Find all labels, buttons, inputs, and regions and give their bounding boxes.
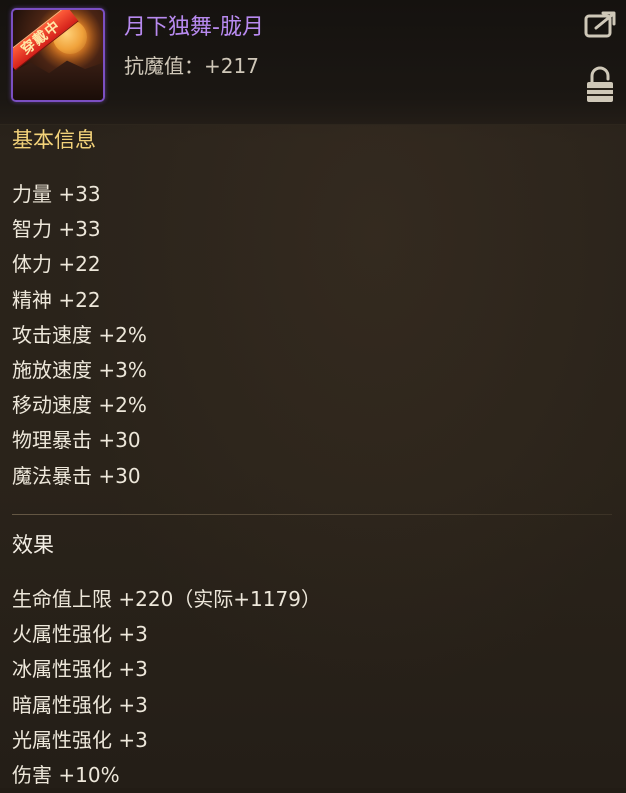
item-magic-resistance: 抗魔值：+217	[124, 54, 259, 78]
attribute-intelligence: 智力 +33	[12, 217, 101, 242]
item-tooltip-panel: 穿戴中 月下独舞-胧月 抗魔值：+217 基本信息 力量 +33 智力 +33 …	[0, 0, 626, 788]
attribute-strength: 力量 +33	[12, 182, 101, 206]
effect-light-enhance: 光属性强化 +3	[12, 727, 148, 752]
attribute-vitality: 体力 +22	[12, 252, 101, 277]
section-divider	[12, 514, 612, 515]
attribute-move-speed: 移动速度 +2%	[12, 393, 147, 418]
effect-dark-enhance: 暗属性强化 +3	[12, 692, 148, 717]
attribute-attack-speed: 攻击速度 +2%	[12, 322, 147, 347]
share-icon[interactable]	[584, 10, 618, 40]
item-header: 穿戴中 月下独舞-胧月 抗魔值：+217	[0, 0, 626, 125]
effect-fire-enhance: 火属性强化 +3	[12, 622, 148, 647]
attribute-spirit: 精神 +22	[12, 287, 101, 312]
hills-decoration	[13, 60, 103, 100]
attribute-cast-speed: 施放速度 +3%	[12, 357, 147, 382]
attribute-magic-crit: 魔法暴击 +30	[12, 463, 141, 488]
attribute-physical-crit: 物理暴击 +30	[12, 428, 141, 453]
effect-ice-enhance: 冰属性强化 +3	[12, 657, 148, 682]
basic-attribute-list: 力量 +33 智力 +33 体力 +22 精神 +22 攻击速度 +2% 施放速…	[12, 177, 147, 494]
item-icon[interactable]: 穿戴中	[11, 8, 105, 102]
section-title-basic-info: 基本信息	[12, 128, 96, 152]
section-title-effect: 效果	[12, 533, 54, 557]
effect-attribute-list: 生命值上限 +220（实际+1179） 火属性强化 +3 冰属性强化 +3 暗属…	[12, 582, 321, 793]
effect-max-hp: 生命值上限 +220（实际+1179）	[12, 587, 321, 611]
lock-icon[interactable]	[584, 66, 616, 104]
item-name: 月下独舞-胧月	[124, 15, 264, 40]
